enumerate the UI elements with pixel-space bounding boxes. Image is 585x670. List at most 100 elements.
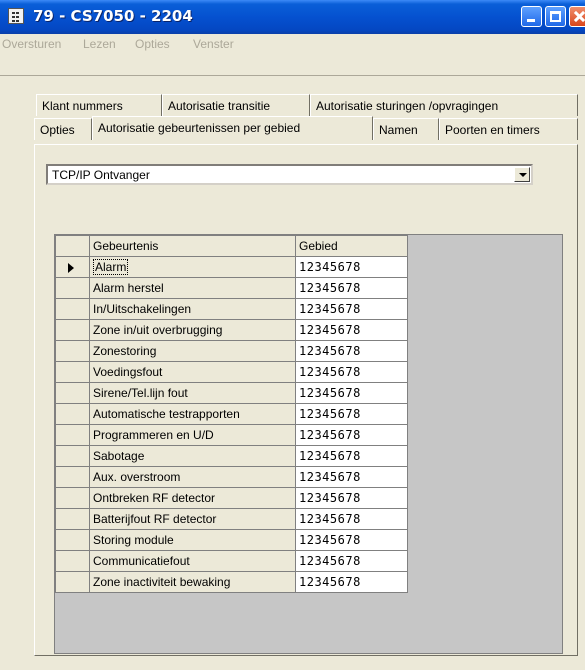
event-cell[interactable]: Storing module xyxy=(89,529,296,551)
event-name: Zone in/uit overbrugging xyxy=(93,323,223,337)
title-bar[interactable]: 79 - CS7050 - 2204 xyxy=(0,0,585,34)
events-grid[interactable]: Gebeurtenis Gebied Alarm 12345678 Alarm he… xyxy=(54,234,563,654)
row-indicator-cell[interactable] xyxy=(55,277,90,299)
table-row[interactable]: Batterijfout RF detector 12345678 xyxy=(55,508,408,530)
tab-label: Autorisatie transitie xyxy=(168,99,271,113)
area-cell[interactable]: 12345678 xyxy=(295,466,408,488)
event-cell[interactable]: Alarm herstel xyxy=(89,277,296,299)
tab-autorisatie-sturingen[interactable]: Autorisatie sturingen /opvragingen xyxy=(310,94,578,116)
area-cell[interactable]: 12345678 xyxy=(295,340,408,362)
row-indicator-cell[interactable] xyxy=(55,550,90,572)
event-cell[interactable]: Sirene/Tel.lijn fout xyxy=(89,382,296,404)
area-cell[interactable]: 12345678 xyxy=(295,256,408,278)
event-name: Alarm xyxy=(93,259,129,275)
tab-poorten-en-timers[interactable]: Poorten en timers xyxy=(439,118,578,140)
row-indicator-cell[interactable] xyxy=(55,445,90,467)
tab-autorisatie-transitie[interactable]: Autorisatie transitie xyxy=(162,94,310,116)
area-cell[interactable]: 12345678 xyxy=(295,424,408,446)
row-indicator-cell[interactable] xyxy=(55,508,90,530)
area-cell[interactable]: 12345678 xyxy=(295,550,408,572)
close-icon[interactable] xyxy=(569,6,585,27)
event-cell[interactable]: Sabotage xyxy=(89,445,296,467)
row-indicator-cell[interactable] xyxy=(55,487,90,509)
table-row[interactable]: Voedingsfout 12345678 xyxy=(55,361,408,383)
minimize-icon[interactable] xyxy=(521,6,542,27)
event-name: Zone inactiviteit bewaking xyxy=(93,575,231,589)
tab-label: Autorisatie gebeurtenissen per gebied xyxy=(98,121,301,135)
table-row[interactable]: Zone inactiviteit bewaking 12345678 xyxy=(55,571,408,593)
menu-opties[interactable]: Opties xyxy=(135,37,170,51)
event-name: Batterijfout RF detector xyxy=(93,512,217,526)
tab-namen[interactable]: Namen xyxy=(373,118,439,140)
event-cell[interactable]: Batterijfout RF detector xyxy=(89,508,296,530)
receiver-select-value: TCP/IP Ontvanger xyxy=(52,168,150,182)
calculator-app-icon[interactable] xyxy=(8,8,24,24)
area-cell[interactable]: 12345678 xyxy=(295,529,408,551)
table-row[interactable]: Ontbreken RF detector 12345678 xyxy=(55,487,408,509)
event-cell[interactable]: Voedingsfout xyxy=(89,361,296,383)
row-indicator-cell[interactable] xyxy=(55,340,90,362)
event-cell[interactable]: In/Uitschakelingen xyxy=(89,298,296,320)
area-cell[interactable]: 12345678 xyxy=(295,382,408,404)
table-row[interactable]: Programmeren en U/D 12345678 xyxy=(55,424,408,446)
column-header-gebeurtenis[interactable]: Gebeurtenis xyxy=(89,235,296,257)
table-row[interactable]: Alarm herstel 12345678 xyxy=(55,277,408,299)
tab-autorisatie-gebeurtenissen[interactable]: Autorisatie gebeurtenissen per gebied xyxy=(92,116,373,140)
area-cell[interactable]: 12345678 xyxy=(295,361,408,383)
event-cell[interactable]: Aux. overstroom xyxy=(89,466,296,488)
row-indicator-cell[interactable] xyxy=(55,382,90,404)
event-cell[interactable]: Communicatiefout xyxy=(89,550,296,572)
table-row[interactable]: Zonestoring 12345678 xyxy=(55,340,408,362)
event-cell[interactable]: Zonestoring xyxy=(89,340,296,362)
event-name: Storing module xyxy=(93,533,174,547)
area-cell[interactable]: 12345678 xyxy=(295,277,408,299)
event-cell[interactable]: Automatische testrapporten xyxy=(89,403,296,425)
table-row[interactable]: Zone in/uit overbrugging 12345678 xyxy=(55,319,408,341)
table-row[interactable]: In/Uitschakelingen 12345678 xyxy=(55,298,408,320)
row-indicator-cell[interactable] xyxy=(55,298,90,320)
event-name: In/Uitschakelingen xyxy=(93,302,192,316)
column-header-gebied[interactable]: Gebied xyxy=(295,235,408,257)
window-title: 79 - CS7050 - 2204 xyxy=(33,7,193,25)
row-indicator-cell[interactable] xyxy=(55,424,90,446)
header-row: Gebeurtenis Gebied xyxy=(55,235,408,257)
row-indicator-cell[interactable] xyxy=(55,361,90,383)
table-row[interactable]: Communicatiefout 12345678 xyxy=(55,550,408,572)
menu-venster[interactable]: Venster xyxy=(193,37,234,51)
row-indicator-cell[interactable] xyxy=(55,571,90,593)
maximize-icon[interactable] xyxy=(545,6,566,27)
area-cell[interactable]: 12345678 xyxy=(295,403,408,425)
area-cell[interactable]: 12345678 xyxy=(295,298,408,320)
table-row[interactable]: Alarm 12345678 xyxy=(55,256,408,278)
table-row[interactable]: Sirene/Tel.lijn fout 12345678 xyxy=(55,382,408,404)
table-row[interactable]: Sabotage 12345678 xyxy=(55,445,408,467)
area-cell[interactable]: 12345678 xyxy=(295,487,408,509)
row-indicator-cell[interactable] xyxy=(55,403,90,425)
event-cell[interactable]: Programmeren en U/D xyxy=(89,424,296,446)
row-indicator-cell[interactable] xyxy=(55,319,90,341)
area-cell[interactable]: 12345678 xyxy=(295,508,408,530)
event-cell[interactable]: Alarm xyxy=(89,256,296,278)
event-cell[interactable]: Zone in/uit overbrugging xyxy=(89,319,296,341)
tab-klant-nummers[interactable]: Klant nummers xyxy=(36,94,162,116)
receiver-select[interactable]: TCP/IP Ontvanger xyxy=(46,164,533,185)
menu-lezen[interactable]: Lezen xyxy=(83,37,116,51)
tab-opties[interactable]: Opties xyxy=(34,118,92,140)
chevron-down-icon[interactable] xyxy=(514,167,530,182)
event-name: Programmeren en U/D xyxy=(93,428,214,442)
row-indicator-cell[interactable] xyxy=(55,256,90,278)
event-cell[interactable]: Ontbreken RF detector xyxy=(89,487,296,509)
row-indicator-cell[interactable] xyxy=(55,466,90,488)
area-cell[interactable]: 12345678 xyxy=(295,571,408,593)
area-cell[interactable]: 12345678 xyxy=(295,445,408,467)
table-row[interactable]: Aux. overstroom 12345678 xyxy=(55,466,408,488)
table-row[interactable]: Storing module 12345678 xyxy=(55,529,408,551)
event-name: Sirene/Tel.lijn fout xyxy=(93,386,188,400)
row-indicator-cell[interactable] xyxy=(55,529,90,551)
menu-oversturen[interactable]: Oversturen xyxy=(2,37,61,51)
table-row[interactable]: Automatische testrapporten 12345678 xyxy=(55,403,408,425)
event-cell[interactable]: Zone inactiviteit bewaking xyxy=(89,571,296,593)
event-name: Zonestoring xyxy=(93,344,157,358)
event-name: Automatische testrapporten xyxy=(93,407,240,421)
area-cell[interactable]: 12345678 xyxy=(295,319,408,341)
